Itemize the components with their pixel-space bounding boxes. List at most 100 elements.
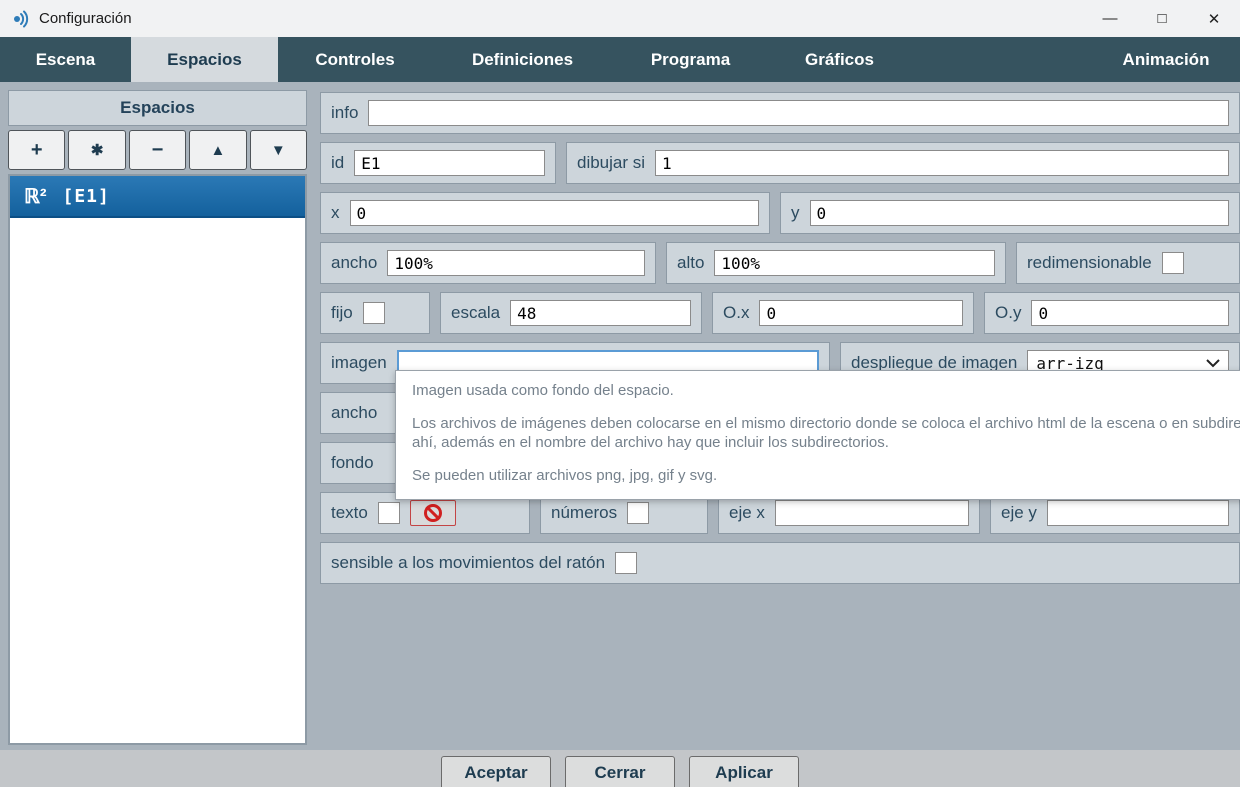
alto-group: alto: [666, 242, 1006, 284]
texto-color-button[interactable]: [410, 500, 456, 526]
tab-bar: Escena Espacios Controles Definiciones P…: [0, 37, 1240, 82]
ancho-label: ancho: [331, 253, 377, 273]
tab-spacer: [911, 37, 1092, 82]
redimensionable-label: redimensionable: [1027, 253, 1152, 273]
ox-label: O.x: [723, 303, 749, 323]
sensible-checkbox[interactable]: [615, 552, 637, 574]
app-icon: [10, 9, 30, 29]
id-label: id: [331, 153, 344, 173]
redimensionable-checkbox[interactable]: [1162, 252, 1184, 274]
ancho-input[interactable]: [387, 250, 645, 276]
footer-bar: Aceptar Cerrar Aplicar: [0, 750, 1240, 787]
y-label: y: [791, 203, 800, 223]
configuracion-window: Configuración — □ ✕ Escena Espacios Cont…: [0, 0, 1240, 787]
row-xy: x y: [320, 192, 1240, 234]
tab-escena[interactable]: Escena: [0, 37, 131, 82]
dibujar-si-label: dibujar si: [577, 153, 645, 173]
x-input[interactable]: [350, 200, 760, 226]
close-button[interactable]: ✕: [1188, 0, 1240, 37]
tab-espacios[interactable]: Espacios: [131, 37, 278, 82]
aceptar-button[interactable]: Aceptar: [441, 756, 551, 787]
row-size: ancho alto redimensionable: [320, 242, 1240, 284]
escala-label: escala: [451, 303, 500, 323]
espacios-toolbar: + ✱ − ▲ ▼: [8, 130, 307, 170]
row-scale: fijo escala O.x O.y: [320, 292, 1240, 334]
row-sensible: sensible a los movimientos del ratón: [320, 542, 1240, 584]
id-group: id: [320, 142, 556, 184]
fondo-label: fondo: [331, 453, 374, 473]
info-input[interactable]: [368, 100, 1229, 126]
texto-label: texto: [331, 503, 368, 523]
numeros-checkbox[interactable]: [627, 502, 649, 524]
imagen-tooltip: Imagen usada como fondo del espacio. Los…: [395, 370, 1240, 500]
list-item-e1[interactable]: ℝ² [E1]: [10, 176, 305, 218]
tab-programa[interactable]: Programa: [613, 37, 768, 82]
remove-espacio-button[interactable]: −: [129, 130, 186, 170]
espacio-form: info id dibujar si x y: [320, 92, 1240, 592]
info-group: info: [320, 92, 1240, 134]
tooltip-gap: [412, 452, 1240, 466]
texto-checkbox[interactable]: [378, 502, 400, 524]
move-down-button[interactable]: ▼: [250, 130, 307, 170]
eje-y-input[interactable]: [1047, 500, 1229, 526]
ancho-group: ancho: [320, 242, 656, 284]
sensible-label: sensible a los movimientos del ratón: [331, 553, 605, 573]
no-color-icon: [424, 504, 442, 522]
tooltip-gap: [412, 400, 1240, 414]
ox-input[interactable]: [759, 300, 963, 326]
list-item-label: [E1]: [63, 186, 110, 207]
dibujar-si-input[interactable]: [655, 150, 1229, 176]
sensible-group: sensible a los movimientos del ratón: [320, 542, 1240, 584]
aplicar-button[interactable]: Aplicar: [689, 756, 799, 787]
tooltip-line: Los archivos de imágenes deben colocarse…: [412, 414, 1240, 433]
alto-input[interactable]: [714, 250, 995, 276]
espacios-list: ℝ² [E1]: [8, 174, 307, 745]
fijo-group: fijo: [320, 292, 430, 334]
ox-group: O.x: [712, 292, 974, 334]
row-info: info: [320, 92, 1240, 134]
chevron-down-icon: [1206, 359, 1220, 368]
redimensionable-group: redimensionable: [1016, 242, 1240, 284]
tooltip-line: ahí, además en el nombre del archivo hay…: [412, 433, 1240, 452]
r2-space-icon: ℝ²: [24, 184, 47, 209]
maximize-button[interactable]: □: [1136, 0, 1188, 37]
numeros-label: números: [551, 503, 617, 523]
info-label: info: [331, 103, 358, 123]
cerrar-button[interactable]: Cerrar: [565, 756, 675, 787]
tooltip-line: Se pueden utilizar archivos png, jpg, gi…: [412, 466, 1240, 485]
alto-label: alto: [677, 253, 704, 273]
dibujar-si-group: dibujar si: [566, 142, 1240, 184]
espacios-panel-title: Espacios: [8, 90, 307, 126]
tab-definiciones[interactable]: Definiciones: [432, 37, 613, 82]
fijo-label: fijo: [331, 303, 353, 323]
minimize-button[interactable]: —: [1084, 0, 1136, 37]
y-group: y: [780, 192, 1240, 234]
eje-y-label: eje y: [1001, 503, 1037, 523]
espacios-panel: Espacios + ✱ − ▲ ▼ ℝ² [E1]: [8, 90, 307, 745]
id-input[interactable]: [354, 150, 545, 176]
tab-animacion[interactable]: Animación: [1092, 37, 1240, 82]
duplicate-espacio-button[interactable]: ✱: [68, 130, 125, 170]
tab-controles[interactable]: Controles: [278, 37, 432, 82]
ancho-2-label: ancho: [331, 403, 377, 423]
tooltip-line: Imagen usada como fondo del espacio.: [412, 381, 1240, 400]
add-espacio-button[interactable]: +: [8, 130, 65, 170]
oy-input[interactable]: [1031, 300, 1229, 326]
oy-group: O.y: [984, 292, 1240, 334]
eje-x-label: eje x: [729, 503, 765, 523]
move-up-button[interactable]: ▲: [189, 130, 246, 170]
window-controls: — □ ✕: [1084, 0, 1240, 37]
tab-graficos[interactable]: Gráficos: [768, 37, 911, 82]
x-label: x: [331, 203, 340, 223]
titlebar: Configuración — □ ✕: [0, 0, 1240, 37]
eje-x-input[interactable]: [775, 500, 969, 526]
x-group: x: [320, 192, 770, 234]
escala-group: escala: [440, 292, 702, 334]
oy-label: O.y: [995, 303, 1021, 323]
imagen-label: imagen: [331, 353, 387, 373]
window-title: Configuración: [39, 10, 132, 27]
fijo-checkbox[interactable]: [363, 302, 385, 324]
escala-input[interactable]: [510, 300, 691, 326]
row-id: id dibujar si: [320, 142, 1240, 184]
y-input[interactable]: [810, 200, 1230, 226]
